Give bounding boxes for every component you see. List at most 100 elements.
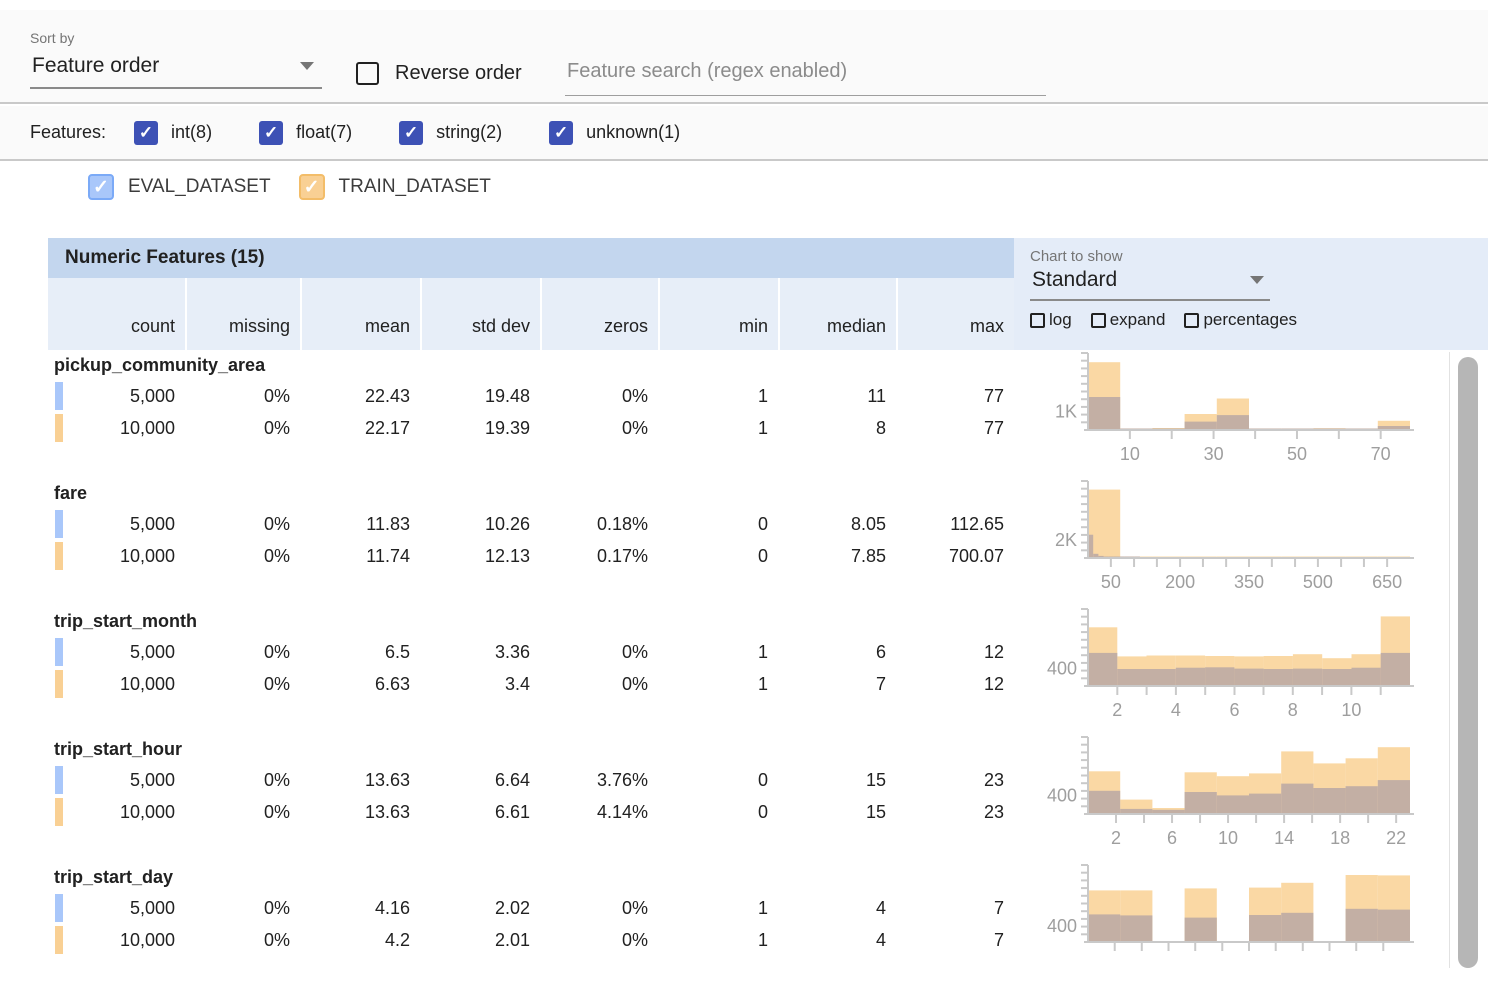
type-filter-string[interactable]: ✓string(2) bbox=[399, 121, 502, 145]
stat-value-median: 15 bbox=[778, 770, 896, 791]
stat-value-median: 7 bbox=[778, 674, 896, 695]
column-header-mean: mean bbox=[300, 278, 420, 350]
checkbox-unchecked-icon[interactable] bbox=[1091, 313, 1106, 328]
vertical-scrollbar-track[interactable] bbox=[1449, 352, 1488, 968]
dataset-name-label: EVAL_DATASET bbox=[128, 176, 271, 198]
stat-row-eval: 5,0000%6.53.360%1612 bbox=[48, 636, 1014, 668]
toggle-percentages[interactable]: percentages bbox=[1184, 310, 1297, 330]
stat-value-mean: 6.63 bbox=[300, 674, 420, 695]
histogram-trip_start_day: 400 bbox=[1026, 864, 1446, 990]
checkbox-checked-icon[interactable]: ✓ bbox=[399, 121, 423, 145]
type-filter-label: unknown(1) bbox=[586, 122, 680, 143]
y-axis-label: 400 bbox=[1047, 785, 1077, 805]
x-tick-label: 50 bbox=[1101, 572, 1121, 592]
stat-value-missing: 0% bbox=[185, 546, 300, 567]
toggle-expand[interactable]: expand bbox=[1091, 310, 1166, 330]
dataset-toggle-train_dataset[interactable]: ✓ TRAIN_DATASET bbox=[299, 174, 491, 200]
stat-value-count: 5,000 bbox=[48, 770, 185, 791]
dataset-chip-eval bbox=[55, 382, 63, 410]
dataset-chip-train bbox=[55, 798, 63, 826]
reverse-order-checkbox[interactable] bbox=[356, 62, 379, 85]
feature-name: fare bbox=[54, 483, 87, 504]
checkbox-checked-icon[interactable]: ✓ bbox=[134, 121, 158, 145]
feature-block-trip_start_day: trip_start_day5,0000%4.162.020%14710,000… bbox=[48, 864, 1014, 992]
stat-row-train: 10,0000%11.7412.130.17%07.85700.07 bbox=[48, 540, 1014, 572]
stat-value-mean: 22.43 bbox=[300, 386, 420, 407]
vertical-scrollbar-thumb[interactable] bbox=[1458, 357, 1478, 968]
feature-block-fare: fare5,0000%11.8310.260.18%08.05112.6510,… bbox=[48, 480, 1014, 608]
dataset-chip-train bbox=[55, 670, 63, 698]
toggle-label: percentages bbox=[1203, 310, 1297, 330]
dataset-chip-train bbox=[55, 414, 63, 442]
stat-value-missing: 0% bbox=[185, 386, 300, 407]
stat-value-median: 4 bbox=[778, 930, 896, 951]
stat-value-missing: 0% bbox=[185, 770, 300, 791]
stat-value-median: 15 bbox=[778, 802, 896, 823]
x-tick-label: 6 bbox=[1230, 700, 1240, 720]
x-tick-label: 10 bbox=[1341, 700, 1361, 720]
features-label: Features: bbox=[30, 122, 106, 143]
stat-value-std-dev: 3.4 bbox=[420, 674, 540, 695]
stat-value-count: 10,000 bbox=[48, 674, 185, 695]
checkbox-checked-icon[interactable]: ✓ bbox=[549, 121, 573, 145]
type-filter-int[interactable]: ✓int(8) bbox=[134, 121, 212, 145]
column-header-median: median bbox=[778, 278, 896, 350]
x-tick-label: 350 bbox=[1234, 572, 1264, 592]
column-header-max: max bbox=[896, 278, 1014, 350]
stat-value-min: 1 bbox=[658, 898, 778, 919]
stat-value-min: 0 bbox=[658, 770, 778, 791]
checkbox-unchecked-icon[interactable] bbox=[1030, 313, 1045, 328]
x-tick-label: 18 bbox=[1330, 828, 1350, 848]
sort-by-group: Sort by Feature order bbox=[30, 30, 322, 89]
feature-name: trip_start_month bbox=[54, 611, 197, 632]
dataset-toggle-eval_dataset[interactable]: ✓ EVAL_DATASET bbox=[88, 174, 271, 200]
stat-row-train: 10,0000%13.636.614.14%01523 bbox=[48, 796, 1014, 828]
column-header-count: count bbox=[48, 278, 185, 350]
stat-row-train: 10,0000%4.22.010%147 bbox=[48, 924, 1014, 956]
x-tick-label: 2 bbox=[1111, 828, 1121, 848]
checkbox-checked-icon[interactable]: ✓ bbox=[88, 174, 114, 200]
stat-value-max: 12 bbox=[896, 674, 1014, 695]
x-tick-label: 650 bbox=[1372, 572, 1402, 592]
dataset-name-label: TRAIN_DATASET bbox=[339, 176, 491, 198]
type-filter-float[interactable]: ✓float(7) bbox=[259, 121, 352, 145]
checkbox-checked-icon[interactable]: ✓ bbox=[299, 174, 325, 200]
y-axis-label: 1K bbox=[1055, 402, 1077, 422]
feature-search-input[interactable] bbox=[565, 60, 1046, 96]
chart-toggles: log expand percentages bbox=[1030, 310, 1488, 330]
stat-row-eval: 5,0000%13.636.643.76%01523 bbox=[48, 764, 1014, 796]
stat-value-min: 1 bbox=[658, 386, 778, 407]
sort-order-select[interactable]: Feature order bbox=[30, 52, 322, 89]
feature-name: trip_start_hour bbox=[54, 739, 182, 760]
checkbox-checked-icon[interactable]: ✓ bbox=[259, 121, 283, 145]
stat-value-mean: 4.16 bbox=[300, 898, 420, 919]
stat-value-zeros: 0% bbox=[540, 418, 658, 439]
stat-value-count: 10,000 bbox=[48, 418, 185, 439]
stat-value-zeros: 0% bbox=[540, 674, 658, 695]
checkbox-unchecked-icon[interactable] bbox=[1184, 313, 1199, 328]
sort-order-value: Feature order bbox=[32, 54, 159, 78]
feature-name: pickup_community_area bbox=[54, 355, 265, 376]
x-tick-label: 10 bbox=[1120, 444, 1140, 464]
stat-value-min: 1 bbox=[658, 930, 778, 951]
stat-value-min: 1 bbox=[658, 642, 778, 663]
stat-value-min: 0 bbox=[658, 802, 778, 823]
feature-block-trip_start_hour: trip_start_hour5,0000%13.636.643.76%0152… bbox=[48, 736, 1014, 864]
toggle-log[interactable]: log bbox=[1030, 310, 1072, 330]
stat-value-median: 11 bbox=[778, 386, 896, 407]
stat-value-zeros: 0.18% bbox=[540, 514, 658, 535]
chart-type-select[interactable]: Standard bbox=[1030, 267, 1270, 301]
stat-row-eval: 5,0000%4.162.020%147 bbox=[48, 892, 1014, 924]
stat-value-mean: 22.17 bbox=[300, 418, 420, 439]
stat-value-std-dev: 6.61 bbox=[420, 802, 540, 823]
stat-value-count: 5,000 bbox=[48, 642, 185, 663]
stat-value-median: 8 bbox=[778, 418, 896, 439]
numeric-features-title: Numeric Features (15) bbox=[65, 247, 265, 269]
stat-value-max: 23 bbox=[896, 802, 1014, 823]
type-filter-unknown[interactable]: ✓ unknown(1) bbox=[549, 121, 680, 145]
dataset-chip-eval bbox=[55, 894, 63, 922]
stat-value-zeros: 4.14% bbox=[540, 802, 658, 823]
stat-value-missing: 0% bbox=[185, 674, 300, 695]
histogram-trip_start_hour: 2610141822400 bbox=[1026, 736, 1446, 862]
toggle-label: expand bbox=[1110, 310, 1166, 330]
